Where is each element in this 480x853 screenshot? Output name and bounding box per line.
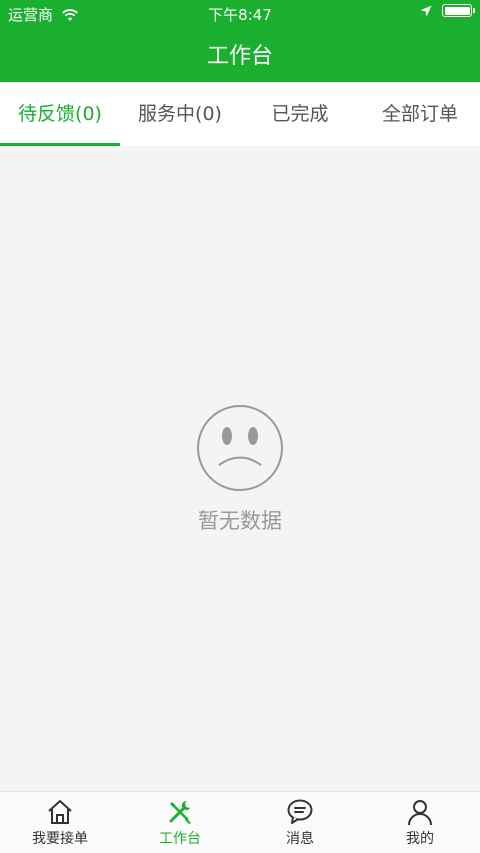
tabbar-item-mine[interactable]: 我的: [360, 792, 480, 853]
empty-state-text: 暂无数据: [198, 509, 282, 533]
user-icon: [408, 800, 432, 826]
bottom-tab-bar: 我要接单 工作台 消息 我的: [0, 791, 480, 853]
tab-in-service[interactable]: 服务中(0): [120, 82, 240, 146]
tabbar-item-messages[interactable]: 消息: [240, 792, 360, 853]
location-arrow-icon: [420, 5, 432, 16]
battery-fill: [444, 6, 470, 15]
app-header: 运营商 下午8:47 工作台: [0, 0, 480, 82]
tabbar-item-take-orders[interactable]: 我要接单: [0, 792, 120, 853]
sad-face-icon: [197, 405, 283, 491]
tab-all-orders[interactable]: 全部订单: [360, 82, 480, 146]
battery-icon: [442, 4, 475, 17]
status-right: [420, 4, 475, 17]
chat-bubble-icon: [287, 799, 313, 824]
status-bar: 运营商 下午8:47: [0, 0, 480, 26]
status-time: 下午8:47: [208, 6, 272, 24]
page-title: 工作台: [206, 44, 273, 69]
tabbar-label: 我要接单: [32, 831, 88, 847]
tabbar-label: 工作台: [159, 831, 201, 847]
tools-icon: [169, 800, 191, 824]
tab-pending-feedback[interactable]: 待反馈(0): [0, 82, 120, 146]
empty-state: 暂无数据: [0, 146, 480, 791]
home-icon: [48, 800, 72, 824]
tab-completed[interactable]: 已完成: [240, 82, 360, 146]
order-tabs: 待反馈(0) 服务中(0) 已完成 全部订单: [0, 82, 480, 146]
tabbar-label: 消息: [286, 831, 314, 847]
tabbar-label: 我的: [406, 831, 434, 847]
tabbar-item-workbench[interactable]: 工作台: [120, 792, 240, 853]
